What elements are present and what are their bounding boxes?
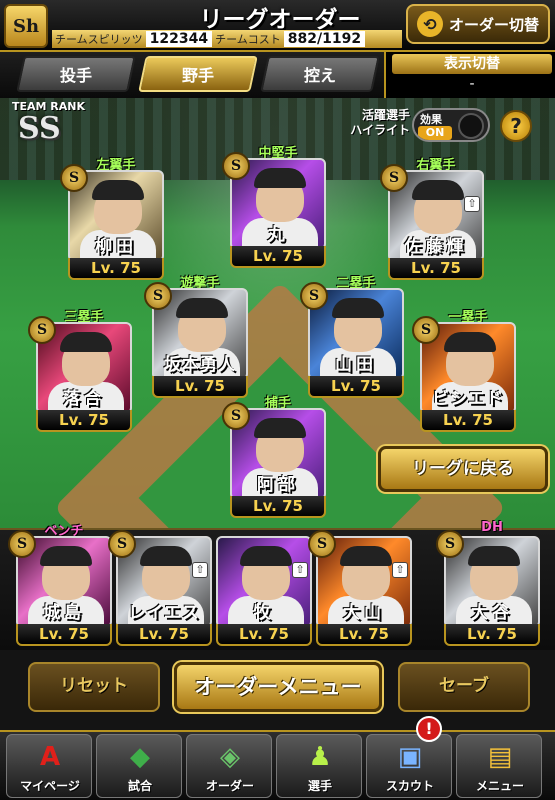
stadium-icon: ◆	[130, 742, 150, 772]
player-card-third-base[interactable]: 三塁手 S 落合 Lv. 75	[28, 310, 132, 434]
player-level: Lv. 75	[16, 624, 112, 646]
nav-mypage[interactable]: A マイページ	[6, 734, 92, 798]
display-toggle-value: -	[469, 76, 475, 92]
team-rank: TEAM RANK SS	[12, 100, 88, 150]
player-level: Lv. 75	[316, 624, 412, 646]
bench-player-card[interactable]: S ⇧ 大山 Lv. 75	[308, 530, 412, 648]
team-cost-value: 882/1192	[283, 31, 366, 47]
tab-reserve[interactable]: 控え	[260, 56, 380, 92]
player-level: Lv. 75	[420, 410, 516, 432]
player-card-center-field[interactable]: 中堅手 S 丸 Lv. 75	[222, 146, 326, 270]
rarity-badge: S	[60, 164, 88, 192]
nav-scout[interactable]: ▣ スカウト	[366, 734, 452, 798]
rarity-badge: S	[222, 152, 250, 180]
swap-arrows-icon: ⟲	[416, 11, 443, 37]
player-card-right-field[interactable]: 右翼手 S ⇧ 佐藤輝 Lv. 75	[380, 158, 484, 282]
player-name: 城島	[43, 603, 85, 623]
upgrade-arrow-icon: ⇧	[292, 562, 308, 578]
team-rank-value: SS	[18, 111, 61, 146]
rarity-badge: S	[412, 316, 440, 344]
rarity-badge: S	[300, 282, 328, 310]
notification-badge: !	[416, 716, 442, 742]
player-card-left-field[interactable]: 左翼手 S 柳田 Lv. 75	[60, 158, 164, 282]
player-card-shortstop[interactable]: 遊撃手 S 坂本勇人 Lv. 75	[144, 276, 248, 400]
team-stats: チームスピリッツ 122344 チームコスト 882/1192	[52, 30, 402, 48]
player-level: Lv. 75	[230, 246, 326, 268]
team-cost-label: チームコスト	[215, 33, 281, 46]
player-card-second-base[interactable]: 二塁手 S 山田 Lv. 75	[300, 276, 404, 400]
dh-player-card[interactable]: DH S 大谷 Lv. 75	[436, 520, 540, 648]
rarity-badge: S	[8, 530, 36, 558]
player-name: 大谷	[471, 603, 513, 623]
player-card-catcher[interactable]: 捕手 S 阿部 Lv. 75	[222, 396, 326, 520]
player-silhouette-icon: ♟	[308, 742, 332, 772]
player-name: 大山	[343, 603, 385, 623]
player-name: 阿部	[257, 475, 299, 495]
upgrade-arrow-icon: ⇧	[464, 196, 480, 212]
save-button[interactable]: セーブ	[398, 662, 530, 712]
effect-toggle[interactable]: 効果 ON	[412, 108, 490, 142]
effect-label: 効果	[420, 113, 442, 126]
bench-player-card[interactable]: ⇧ 牧 Lv. 75	[216, 536, 312, 648]
team-logo: Sh	[4, 4, 48, 48]
rarity-badge: S	[144, 282, 172, 310]
player-level: Lv. 75	[216, 624, 312, 646]
rarity-badge: S	[28, 316, 56, 344]
upgrade-arrow-icon: ⇧	[392, 562, 408, 578]
bottom-nav: A マイページ ◆ 試合 ◈ オーダー ♟ 選手 ▣ スカウト ▤ メニュー	[0, 730, 555, 800]
rarity-badge: S	[308, 530, 336, 558]
player-level: Lv. 75	[444, 624, 540, 646]
bench-player-card[interactable]: S ⇧ レイエス Lv. 75	[108, 530, 212, 648]
player-level: Lv. 75	[116, 624, 212, 646]
effect-state: ON	[418, 126, 452, 140]
scout-ticket-icon: ▣	[397, 742, 423, 772]
tab-pitcher[interactable]: 投手	[16, 56, 136, 92]
reset-button[interactable]: リセット	[28, 662, 160, 712]
rarity-badge: S	[380, 164, 408, 192]
team-spirit-value: 122344	[145, 31, 213, 47]
rarity-badge: S	[108, 530, 136, 558]
rarity-badge: S	[222, 402, 250, 430]
player-name: 佐藤輝	[404, 237, 468, 257]
player-name: 柳田	[95, 237, 137, 257]
player-name: 牧	[253, 603, 275, 623]
player-level: Lv. 75	[68, 258, 164, 280]
page-title: リーグオーダー	[199, 7, 361, 33]
rarity-badge: S	[436, 530, 464, 558]
player-name: 丸	[267, 225, 289, 245]
player-card-first-base[interactable]: 一塁手 S ビシエド Lv. 75	[412, 310, 516, 434]
player-name: 落合	[63, 389, 105, 409]
display-toggle-title: 表示切替	[392, 54, 552, 74]
upgrade-arrow-icon: ⇧	[192, 562, 208, 578]
player-level: Lv. 75	[36, 410, 132, 432]
tab-fielder[interactable]: 野手	[138, 56, 258, 92]
player-name: 山田	[335, 355, 377, 375]
team-spirit-label: チームスピリッツ	[55, 33, 143, 46]
nav-order[interactable]: ◈ オーダー	[186, 734, 272, 798]
highlight-label: 活躍選手 ハイライト	[350, 108, 410, 137]
order-menu-button[interactable]: オーダーメニュー	[174, 662, 382, 712]
player-name: ビシエド	[432, 389, 504, 409]
back-to-league-button[interactable]: リーグに戻る	[378, 446, 548, 492]
nav-menu[interactable]: ▤ メニュー	[456, 734, 542, 798]
nav-game[interactable]: ◆ 試合	[96, 734, 182, 798]
header-bar: Sh リーグオーダー チームスピリッツ 122344 チームコスト 882/11…	[0, 0, 555, 52]
mascot-menu-icon: ▤	[487, 742, 513, 772]
player-level: Lv. 75	[230, 496, 326, 518]
display-toggle[interactable]: 表示切替 -	[384, 52, 555, 98]
player-name: レイエス	[128, 603, 200, 623]
player-name: 坂本勇人	[164, 355, 236, 375]
toggle-knob	[458, 113, 484, 139]
order-switch-label: オーダー切替	[448, 15, 539, 34]
question-icon: ?	[510, 114, 522, 138]
field-icon: ◈	[220, 742, 240, 772]
nav-players[interactable]: ♟ 選手	[276, 734, 362, 798]
bench-player-card[interactable]: ベンチ S 城島 Lv. 75	[8, 524, 112, 648]
a-logo-icon: A	[39, 742, 61, 772]
action-bar: リセット オーダーメニュー セーブ	[0, 650, 555, 730]
order-switch-button[interactable]: ⟲ オーダー切替	[406, 4, 550, 44]
help-button[interactable]: ?	[500, 110, 532, 142]
